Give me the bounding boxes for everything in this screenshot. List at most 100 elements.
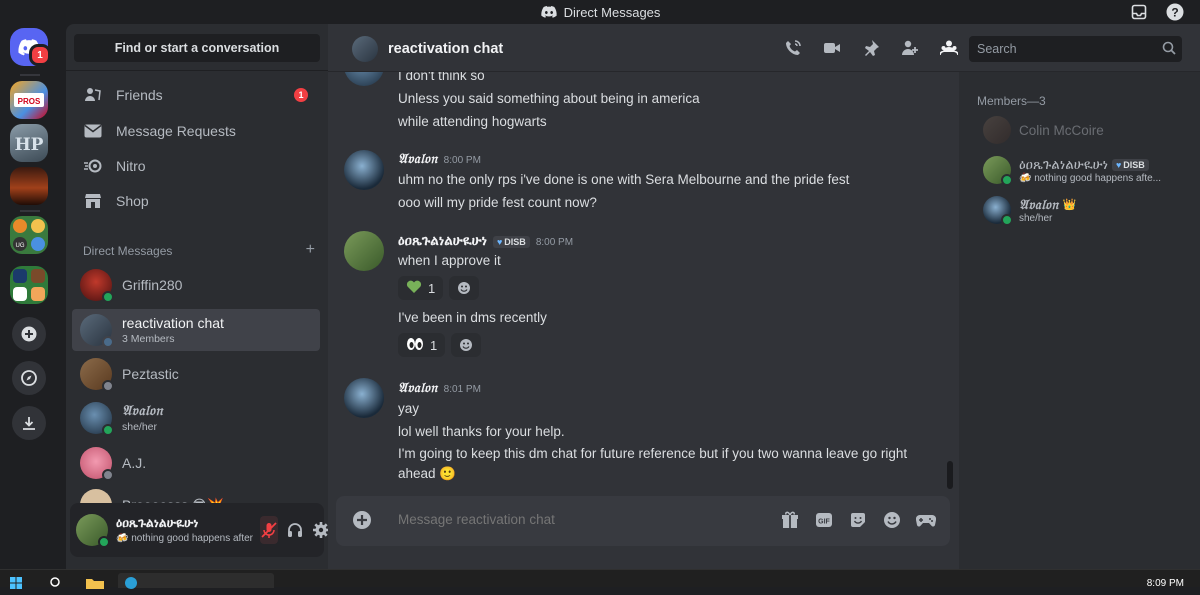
svg-text:PROS: PROS <box>18 97 41 106</box>
mute-microphone-button[interactable] <box>260 516 278 544</box>
user-avatar[interactable] <box>76 514 110 548</box>
message-timestamp: 8:01 PM <box>443 384 481 395</box>
status-online-indicator <box>102 424 114 436</box>
member-pronouns: she/her <box>1019 212 1053 224</box>
activities-gamepad-icon[interactable] <box>916 510 936 530</box>
dm-item-aj[interactable]: A.J. <box>72 442 320 484</box>
status-online-indicator <box>1001 174 1013 186</box>
member-item-colin[interactable]: Colin McCoire <box>967 110 1192 150</box>
nav-friends[interactable]: Friends 1 <box>74 78 320 112</box>
member-name: 𝔄𝔳𝔞𝔩𝔬𝔫 <box>1019 196 1059 213</box>
members-header: Members—3 <box>977 94 1046 108</box>
windows-start-icon[interactable] <box>10 576 22 594</box>
nav-nitro[interactable]: Nitro <box>74 149 320 183</box>
add-friends-to-dm-icon[interactable] <box>900 38 920 58</box>
help-icon[interactable]: ? <box>1166 3 1184 21</box>
add-server-button[interactable] <box>12 317 46 351</box>
add-reaction-button[interactable] <box>451 333 482 357</box>
add-reaction-button[interactable] <box>449 276 480 300</box>
dm-section-header: Direct Messages + <box>83 242 315 259</box>
member-item-owner[interactable]: ዕዐጼጉልነልሁዪሁነ ♥ DISB 🍻 nothing good happens… <box>967 150 1192 190</box>
nav-label: Nitro <box>116 158 146 174</box>
member-status: 🍻 nothing good happens afte... <box>1019 172 1162 184</box>
message-text: when I approve it <box>398 253 501 268</box>
message-scrollbar[interactable] <box>947 461 953 489</box>
tag-shield-icon: ♥ <box>1115 159 1122 170</box>
discover-button[interactable] <box>12 361 46 395</box>
reaction-eyes[interactable]: 1 <box>398 333 446 357</box>
taskbar-search-icon[interactable] <box>50 576 62 594</box>
avatar <box>983 156 1013 186</box>
emoji-icon[interactable] <box>882 510 902 530</box>
search-icon <box>1162 41 1176 58</box>
message-text: Unless you said something about being in… <box>398 91 700 106</box>
deafen-button[interactable] <box>286 516 304 544</box>
message-text: ahead 🙂 <box>398 466 457 481</box>
status-offline-indicator <box>102 380 114 392</box>
message-text: lol well thanks for your help. <box>398 424 565 439</box>
divider <box>66 70 328 71</box>
avatar <box>80 358 114 392</box>
dm-sidebar: Find or start a conversation Friends 1 M… <box>66 24 329 569</box>
member-item-avalon[interactable]: 𝔄𝔳𝔞𝔩𝔬𝔫 👑 she/her <box>967 190 1192 230</box>
chat-title[interactable]: reactivation chat <box>388 41 503 57</box>
message-avatar[interactable] <box>344 72 384 86</box>
reaction-bar: 1 <box>398 276 480 300</box>
member-list-panel: Members—3 Colin McCoire ዕዐጼጉልነልሁዪሁነ ♥ DIS… <box>959 72 1200 569</box>
active-app-tab[interactable] <box>118 573 274 589</box>
upload-plus-icon[interactable] <box>352 510 374 532</box>
video-call-icon[interactable] <box>822 38 842 58</box>
message-header: 𝔄𝔳𝔞𝔩𝔬𝔫 8:00 PM <box>398 151 481 167</box>
dm-item-avalon[interactable]: 𝔄𝔳𝔞𝔩𝔬𝔫 she/her <box>72 397 320 439</box>
nav-shop[interactable]: Shop <box>74 184 320 218</box>
message-avatar[interactable] <box>344 231 384 271</box>
dm-item-peztastic[interactable]: Peztastic <box>72 353 320 395</box>
server-icon[interactable]: PROS <box>10 81 48 119</box>
server-icon[interactable]: HP <box>10 124 48 162</box>
group-avatar <box>80 314 114 348</box>
gift-icon[interactable] <box>780 510 800 530</box>
voice-call-icon[interactable] <box>783 38 803 58</box>
reaction-count: 1 <box>430 337 438 353</box>
message-author[interactable]: ዕዐጼጉልነልሁዪሁነ <box>398 233 487 249</box>
inbox-icon[interactable] <box>1130 3 1148 21</box>
sticker-icon[interactable] <box>848 510 868 530</box>
chat-search-input[interactable]: Search <box>969 36 1182 62</box>
find-conversation-button[interactable]: Find or start a conversation <box>74 34 320 62</box>
dm-item-griffin280[interactable]: Griffin280 <box>72 264 320 306</box>
chat-main: reactivation chat Search I don't think s… <box>328 24 1200 569</box>
dm-name: Griffin280 <box>122 277 183 293</box>
message-input[interactable] <box>398 512 698 527</box>
avatar <box>80 447 114 481</box>
member-list-icon[interactable] <box>939 38 959 58</box>
window-title: Direct Messages <box>563 4 661 20</box>
server-folder-icon[interactable]: UG <box>10 216 48 254</box>
dm-name: A.J. <box>122 455 147 471</box>
svg-text:?: ? <box>1171 6 1178 20</box>
system-clock[interactable]: 8:09 PM <box>1147 578 1184 589</box>
guild-tag: ♥ DISB <box>1111 158 1149 171</box>
nav-label: Message Requests <box>116 123 236 139</box>
tag-label: DISB <box>504 237 526 247</box>
file-explorer-icon[interactable] <box>86 576 104 594</box>
home-badge: 1 <box>29 44 51 66</box>
shop-icon <box>82 190 104 212</box>
message-avatar[interactable] <box>344 150 384 190</box>
server-folder-icon[interactable] <box>10 266 48 304</box>
nav-message-requests[interactable]: Message Requests <box>74 114 320 148</box>
message-author[interactable]: 𝔄𝔳𝔞𝔩𝔬𝔫 <box>398 151 438 167</box>
status-online-indicator <box>98 536 110 548</box>
friends-icon <box>82 84 104 106</box>
dm-item-reactivation-chat[interactable]: reactivation chat 3 Members <box>72 309 320 351</box>
reaction-green-heart[interactable]: 1 <box>398 276 444 300</box>
download-button[interactable] <box>12 406 46 440</box>
message-avatar[interactable] <box>344 378 384 418</box>
envelope-icon <box>82 120 104 142</box>
server-icon[interactable] <box>10 167 48 205</box>
message-text: ooo will my pride fest count now? <box>398 195 597 210</box>
gif-icon[interactable]: GIF <box>814 510 834 530</box>
user-panel: ዕዐጼጉልነልሁዪሁነ 🍻 nothing good happens after… <box>70 503 329 557</box>
message-author[interactable]: 𝔄𝔳𝔞𝔩𝔬𝔫 <box>398 380 438 396</box>
pinned-messages-icon[interactable] <box>861 38 881 58</box>
create-dm-plus-icon[interactable]: + <box>306 242 315 258</box>
